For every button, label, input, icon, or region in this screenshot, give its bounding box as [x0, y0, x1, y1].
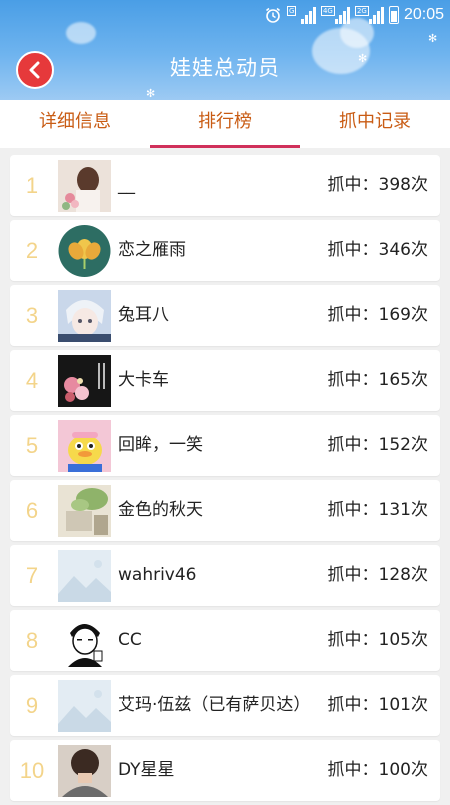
ranking-row[interactable]: 5 回眸，一笑 抓中：152次 — [10, 415, 440, 476]
catch-count: 抓中：128次 — [327, 565, 428, 585]
catch-count: 抓中：152次 — [327, 435, 428, 455]
cartoon-man-avatar — [58, 615, 111, 667]
network-2g-label: 2G — [354, 6, 369, 16]
player-name: 金色的秋天 — [118, 500, 203, 520]
plant-avatar — [58, 485, 111, 537]
placeholder-avatar — [58, 680, 111, 732]
player-name: wahriv46 — [118, 565, 197, 585]
ranking-row[interactable]: 8 CC 抓中：105次 — [10, 610, 440, 671]
snowflake-icon: ✻ — [428, 32, 438, 45]
ranking-row[interactable]: 1 __ 抓中：398次 — [10, 155, 440, 216]
rank-number: 6 — [25, 498, 39, 523]
tab-catch-records[interactable]: 抓中记录 — [300, 100, 450, 148]
ranking-row[interactable]: 9 艾玛·伍兹（已有萨贝达） 抓中：101次 — [10, 675, 440, 736]
battery-icon — [388, 6, 399, 24]
ranking-row[interactable]: 10 DY星星 抓中：100次 — [10, 740, 440, 801]
player-name: 兔耳八 — [118, 305, 169, 325]
catch-count: 抓中：105次 — [327, 630, 428, 650]
ranking-row[interactable]: 7 wahriv46 抓中：128次 — [10, 545, 440, 606]
player-name: 回眸，一笑 — [118, 435, 203, 455]
dark-flowers-avatar — [58, 355, 111, 407]
catch-count: 抓中：131次 — [327, 500, 428, 520]
rank-number: 10 — [19, 758, 45, 783]
lotus-avatar — [58, 225, 111, 277]
page-title: 娃娃总动员 — [170, 56, 280, 80]
network-4g-label: 4G — [320, 6, 335, 16]
anime-boy-avatar — [58, 290, 111, 342]
catch-count: 抓中：169次 — [327, 305, 428, 325]
rank-number: 9 — [25, 693, 39, 718]
status-bar: G 4G 2G 20:05 — [0, 0, 450, 32]
signal-icon: G — [286, 6, 316, 24]
player-name: __ — [118, 175, 135, 195]
girl-flowers-avatar — [58, 160, 111, 212]
ranking-row[interactable]: 2 恋之雁雨 抓中：346次 — [10, 220, 440, 281]
catch-count: 抓中：101次 — [327, 695, 428, 715]
player-name: CC — [118, 630, 142, 650]
ranking-list: 1 __ 抓中：398次 2 恋之雁雨 抓中：346次 3 兔耳八 抓中：169… — [10, 155, 440, 805]
catch-count: 抓中：346次 — [327, 240, 428, 260]
rank-number: 1 — [25, 173, 39, 198]
person-back-avatar — [58, 745, 111, 797]
catch-count: 抓中：398次 — [327, 175, 428, 195]
rank-number: 4 — [25, 368, 39, 393]
catch-count: 抓中：100次 — [327, 760, 428, 780]
ranking-row[interactable]: 6 金色的秋天 抓中：131次 — [10, 480, 440, 541]
alarm-icon — [265, 7, 280, 23]
rank-number: 3 — [25, 303, 39, 328]
sim1-label: G — [286, 6, 297, 16]
ranking-row[interactable]: 3 兔耳八 抓中：169次 — [10, 285, 440, 346]
status-time: 20:05 — [403, 6, 444, 23]
snowflake-icon: ✻ — [146, 87, 156, 100]
rank-number: 5 — [25, 433, 39, 458]
ranking-row[interactable]: 4 大卡车 抓中：165次 — [10, 350, 440, 411]
duck-avatar — [58, 420, 111, 472]
tab-ranking[interactable]: 排行榜 — [150, 100, 300, 148]
player-name: 艾玛·伍兹（已有萨贝达） — [118, 695, 311, 715]
rank-number: 7 — [25, 563, 39, 588]
player-name: 大卡车 — [118, 370, 169, 390]
tab-details[interactable]: 详细信息 — [0, 100, 150, 148]
signal-2g-icon: 2G — [354, 6, 384, 24]
player-name: DY星星 — [118, 760, 175, 780]
signal-4g-icon: 4G — [320, 6, 350, 24]
player-name: 恋之雁雨 — [118, 240, 186, 260]
rank-number: 8 — [25, 628, 39, 653]
catch-count: 抓中：165次 — [327, 370, 428, 390]
tab-bar: 详细信息 排行榜 抓中记录 — [0, 100, 450, 148]
rank-number: 2 — [25, 238, 39, 263]
placeholder-avatar — [58, 550, 111, 602]
